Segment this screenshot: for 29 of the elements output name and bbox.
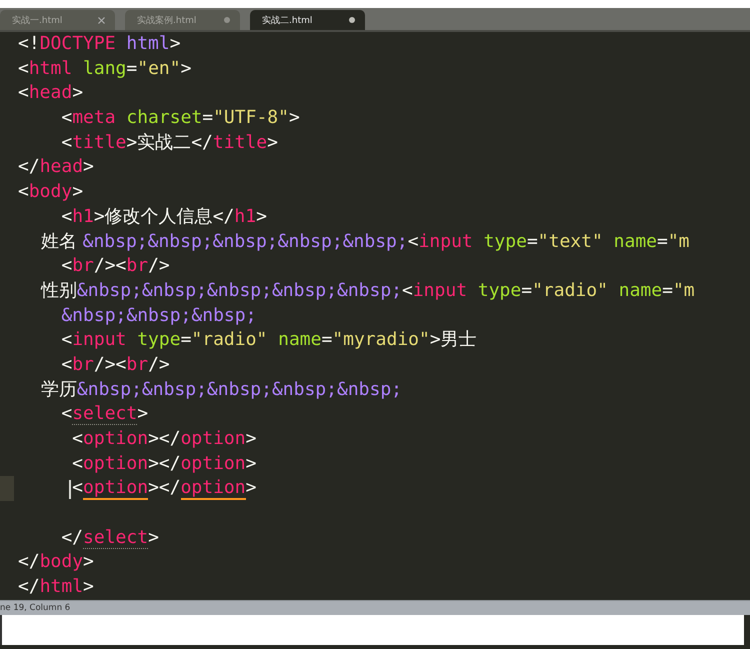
file-tab[interactable]: 实战二.html [250,10,365,30]
code-line: <meta charset="UTF-8"> [60,106,300,130]
code-line: 姓名 &nbsp;&nbsp;&nbsp;&nbsp;&nbsp;<input type="text" name="m [40,230,690,254]
code-line: <!DOCTYPE html> [18,32,181,56]
code-line: </body> [18,550,94,574]
code-line: <option></option> [18,476,256,502]
file-tab[interactable]: 实战一.html [0,10,115,30]
code-line: 性别&nbsp;&nbsp;&nbsp;&nbsp;&nbsp;<input type="radio" name="m [40,278,695,303]
code-line: <html lang="en"> [18,56,192,81]
code-line: </html> [18,575,94,600]
code-line: <br/><br/> [60,254,170,278]
code-line: 学历&nbsp;&nbsp;&nbsp;&nbsp;&nbsp; [40,378,402,402]
code-line: <title>实战二</title> [60,130,278,155]
code-line: <select> [60,402,148,427]
code-line: <body> [18,180,84,204]
unsaved-dot-icon [224,17,230,23]
code-line: </head> [18,155,94,180]
code-line: <br/><br/> [60,352,170,377]
close-icon[interactable] [98,16,105,24]
status-text: ne 19, Column 6 [0,603,70,613]
code-line: <head> [18,81,84,106]
file-tab[interactable]: 实战案例.html [125,10,240,30]
code-line: &nbsp;&nbsp;&nbsp; [60,304,256,328]
unsaved-dot-icon [349,17,355,23]
code-line: <input type="radio" name="myradio">男士 [60,328,477,352]
code-line: <option></option> [71,452,256,476]
code-line: <h1>修改个人信息</h1> [60,204,267,229]
code-line: <option></option> [71,427,256,451]
code-line: </select> [60,526,159,550]
